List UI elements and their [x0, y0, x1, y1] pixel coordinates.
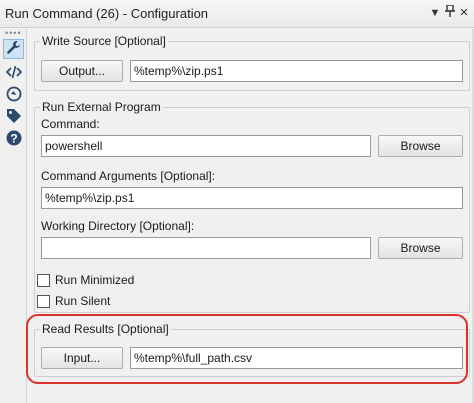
run-external-legend: Run External Program: [40, 100, 163, 114]
working-directory-label: Working Directory [Optional]:: [41, 219, 195, 233]
code-icon: [5, 65, 22, 82]
command-arguments-field[interactable]: %temp%\zip.ps1: [41, 187, 463, 209]
pin-icon[interactable]: [443, 4, 457, 21]
close-icon[interactable]: ✕: [457, 5, 471, 21]
run-silent-label[interactable]: Run Silent: [55, 294, 110, 308]
output-button[interactable]: Output...: [41, 60, 123, 82]
tag-icon: [6, 108, 22, 127]
command-label: Command:: [41, 117, 100, 131]
run-minimized-checkbox[interactable]: [37, 273, 50, 287]
working-directory-browse-button[interactable]: Browse: [378, 237, 463, 259]
run-minimized-label[interactable]: Run Minimized: [55, 273, 134, 287]
run-silent-option[interactable]: Run Silent: [37, 294, 110, 308]
sidebar: •••• ?: [0, 29, 27, 403]
working-directory-field[interactable]: [41, 237, 371, 259]
sidebar-item-configuration[interactable]: [3, 39, 24, 59]
write-source-legend: Write Source [Optional]: [40, 34, 168, 48]
dropdown-arrow-icon[interactable]: ▼: [428, 5, 442, 21]
sidebar-item-tags[interactable]: [3, 107, 24, 127]
help-icon: ?: [6, 130, 22, 149]
command-browse-button[interactable]: Browse: [378, 135, 463, 157]
sidebar-item-annotation[interactable]: [3, 85, 24, 105]
command-field[interactable]: powershell: [41, 135, 371, 157]
output-path-field[interactable]: %temp%\zip.ps1: [130, 60, 463, 82]
run-silent-checkbox[interactable]: [37, 294, 50, 308]
title-bar: Run Command (26) - Configuration ▼ ✕: [0, 0, 474, 28]
read-results-highlight: [26, 314, 468, 384]
run-minimized-option[interactable]: Run Minimized: [37, 273, 134, 287]
target-icon: [6, 86, 22, 105]
grip-icon: ••••: [5, 28, 22, 38]
svg-text:?: ?: [10, 131, 17, 145]
command-arguments-label: Command Arguments [Optional]:: [41, 169, 216, 183]
wrench-icon: [6, 40, 21, 58]
sidebar-item-code[interactable]: [3, 63, 24, 83]
sidebar-item-help[interactable]: ?: [3, 129, 24, 149]
window-title: Run Command (26) - Configuration: [5, 6, 209, 21]
